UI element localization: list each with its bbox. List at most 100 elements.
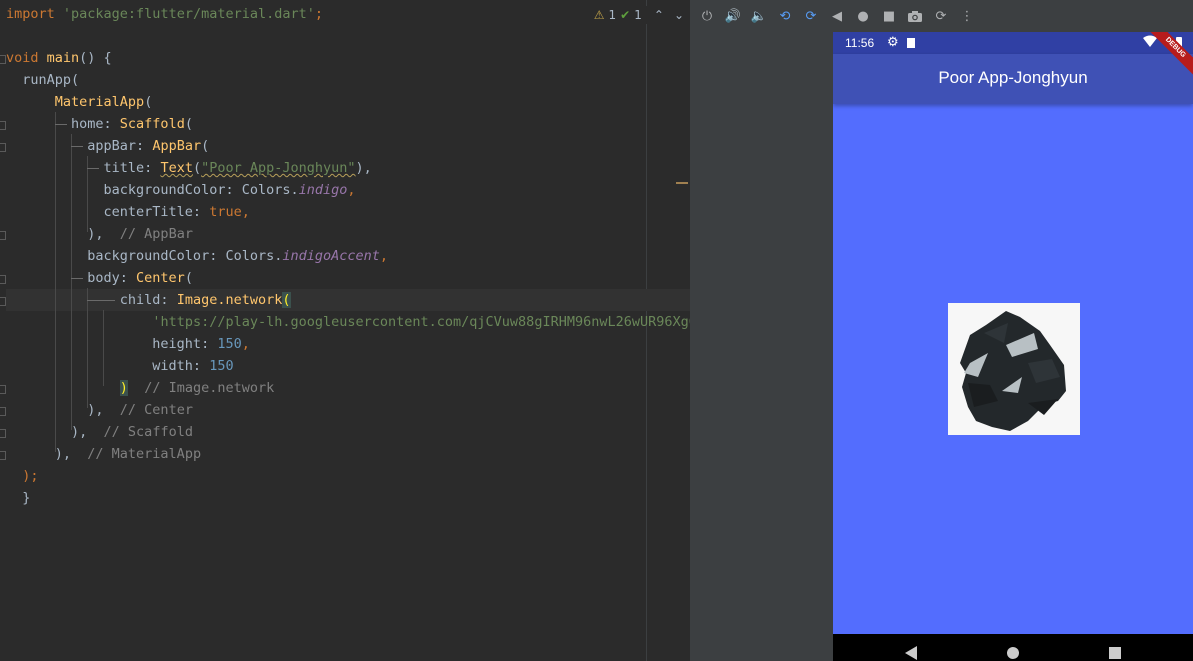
code-token: width: xyxy=(6,358,210,374)
fold-marker[interactable] xyxy=(0,429,6,438)
code-token: ), xyxy=(6,402,120,418)
code-token: indigo xyxy=(298,182,348,198)
power-icon[interactable]: ⏻ xyxy=(698,7,716,25)
status-bar: 11:56 ⚙ xyxy=(833,32,1193,54)
code-line[interactable]: ), // AppBar xyxy=(6,223,193,245)
code-line[interactable]: centerTitle: true, xyxy=(6,201,250,223)
inspection-widget[interactable]: ⚠ 1 ✔ 1 ⌃ ⌄ xyxy=(593,6,684,24)
warning-icon[interactable]: ⚠ xyxy=(594,8,605,22)
code-token: ; xyxy=(314,6,324,22)
chevron-down-icon[interactable]: ⌄ xyxy=(674,8,684,22)
code-token: backgroundColor: Colors. xyxy=(6,182,299,198)
network-image xyxy=(948,303,1080,435)
code-token: centerTitle: xyxy=(6,204,210,220)
code-token: ), xyxy=(355,160,372,176)
code-token: ( xyxy=(184,270,193,286)
code-token: , xyxy=(241,204,250,220)
code-token: // Image.network xyxy=(144,380,275,396)
replay-icon[interactable]: ⟳ xyxy=(932,7,950,25)
code-line[interactable]: 'https://play-lh.googleusercontent.com/q… xyxy=(6,311,690,333)
code-line[interactable]: ) // Image.network xyxy=(6,377,274,399)
code-token: 'https://play-lh.googleusercontent.com/q… xyxy=(152,314,690,330)
fold-marker[interactable] xyxy=(0,297,6,306)
code-line[interactable]: } xyxy=(6,487,30,509)
fold-marker[interactable] xyxy=(0,231,6,240)
rotate-left-icon[interactable]: ⟲ xyxy=(776,7,794,25)
fold-marker[interactable] xyxy=(0,275,6,284)
coal-rock-icon xyxy=(960,311,1066,431)
status-time: 11:56 xyxy=(845,36,875,50)
code-line[interactable]: ), // MaterialApp xyxy=(6,443,201,465)
warning-count: 1 xyxy=(608,8,617,22)
rotate-right-icon[interactable]: ⟳ xyxy=(802,7,820,25)
code-line[interactable]: backgroundColor: Colors.indigo, xyxy=(6,179,356,201)
check-icon[interactable]: ✔ xyxy=(620,8,630,22)
code-token: AppBar xyxy=(152,138,202,154)
home-icon[interactable]: ● xyxy=(854,7,872,25)
code-token: // AppBar xyxy=(119,226,193,242)
screenshot-icon[interactable] xyxy=(906,7,924,25)
overview-icon[interactable]: ■ xyxy=(880,7,898,25)
code-token: indigoAccent xyxy=(282,248,380,264)
fold-marker[interactable] xyxy=(0,407,6,416)
code-line[interactable]: title: Text("Poor App-Jonghyun"), xyxy=(6,157,372,179)
fold-marker[interactable] xyxy=(0,55,6,64)
code-token: , xyxy=(347,182,356,198)
code-line[interactable]: height: 150, xyxy=(6,333,250,355)
fold-marker[interactable] xyxy=(0,385,6,394)
code-token: ( xyxy=(192,160,202,176)
code-line[interactable]: backgroundColor: Colors.indigoAccent, xyxy=(6,245,388,267)
code-line[interactable]: void main() { xyxy=(6,47,112,69)
code-editor[interactable]: ⚠ 1 ✔ 1 ⌃ ⌄ import 'package:flutter/mate… xyxy=(0,0,690,661)
code-token: // Scaffold xyxy=(103,424,193,440)
indent-guide xyxy=(103,310,104,386)
fold-marker[interactable] xyxy=(0,121,6,130)
nav-home-icon[interactable] xyxy=(1007,647,1019,659)
scrollbar-marker[interactable] xyxy=(676,182,688,184)
back-icon[interactable]: ◀ xyxy=(828,7,846,25)
code-line[interactable]: home: Scaffold( xyxy=(6,113,193,135)
chevron-up-icon[interactable]: ⌃ xyxy=(654,8,664,22)
code-line[interactable]: MaterialApp( xyxy=(6,91,153,113)
nav-back-icon[interactable] xyxy=(905,646,917,660)
code-line[interactable]: ); xyxy=(6,465,38,487)
emulator-panel: ⏻ 🔊 🔈 ⟲ ⟳ ◀ ● ■ ⟳ ⋮ 11:56 ⚙ DEBUG Poor A… xyxy=(690,0,1193,661)
more-icon[interactable]: ⋮ xyxy=(958,7,976,25)
code-token: // MaterialApp xyxy=(87,446,202,462)
volume-down-icon[interactable]: 🔈 xyxy=(750,7,768,25)
code-line[interactable]: import 'package:flutter/material.dart'; xyxy=(6,3,323,25)
indent-guide-h xyxy=(87,168,99,169)
app-bar-title: Poor App-Jonghyun xyxy=(938,68,1088,87)
code-token: runApp( xyxy=(6,72,80,88)
indent-guide-h xyxy=(71,146,83,147)
code-token: height: xyxy=(6,336,218,352)
fold-marker[interactable] xyxy=(0,143,6,152)
code-line[interactable]: ), // Scaffold xyxy=(6,421,193,443)
indent-guide xyxy=(55,112,56,452)
code-line[interactable]: runApp( xyxy=(6,69,79,91)
indent-guide xyxy=(87,288,88,408)
indent-guide-h xyxy=(71,278,83,279)
nav-overview-icon[interactable] xyxy=(1109,647,1121,659)
code-line[interactable]: body: Center( xyxy=(6,267,193,289)
code-token: main xyxy=(46,50,80,66)
sd-card-icon xyxy=(907,38,915,48)
code-token: MaterialApp xyxy=(54,94,145,110)
phone-screen[interactable]: 11:56 ⚙ DEBUG Poor App-Jonghyun xyxy=(833,32,1193,661)
volume-up-icon[interactable]: 🔊 xyxy=(724,7,742,25)
code-token: 'package:flutter/material.dart' xyxy=(62,6,315,22)
fold-marker[interactable] xyxy=(0,451,6,460)
code-token: ) xyxy=(119,380,128,396)
code-line[interactable]: ), // Center xyxy=(6,399,193,421)
indent-guide xyxy=(71,134,72,430)
code-token: Center xyxy=(136,270,185,286)
code-token: ( xyxy=(184,116,193,132)
code-line[interactable]: width: 150 xyxy=(6,355,234,377)
code-line[interactable]: appBar: AppBar( xyxy=(6,135,209,157)
code-token: 150 xyxy=(209,358,234,374)
code-token: , xyxy=(379,248,389,264)
code-token: 150 xyxy=(217,336,242,352)
